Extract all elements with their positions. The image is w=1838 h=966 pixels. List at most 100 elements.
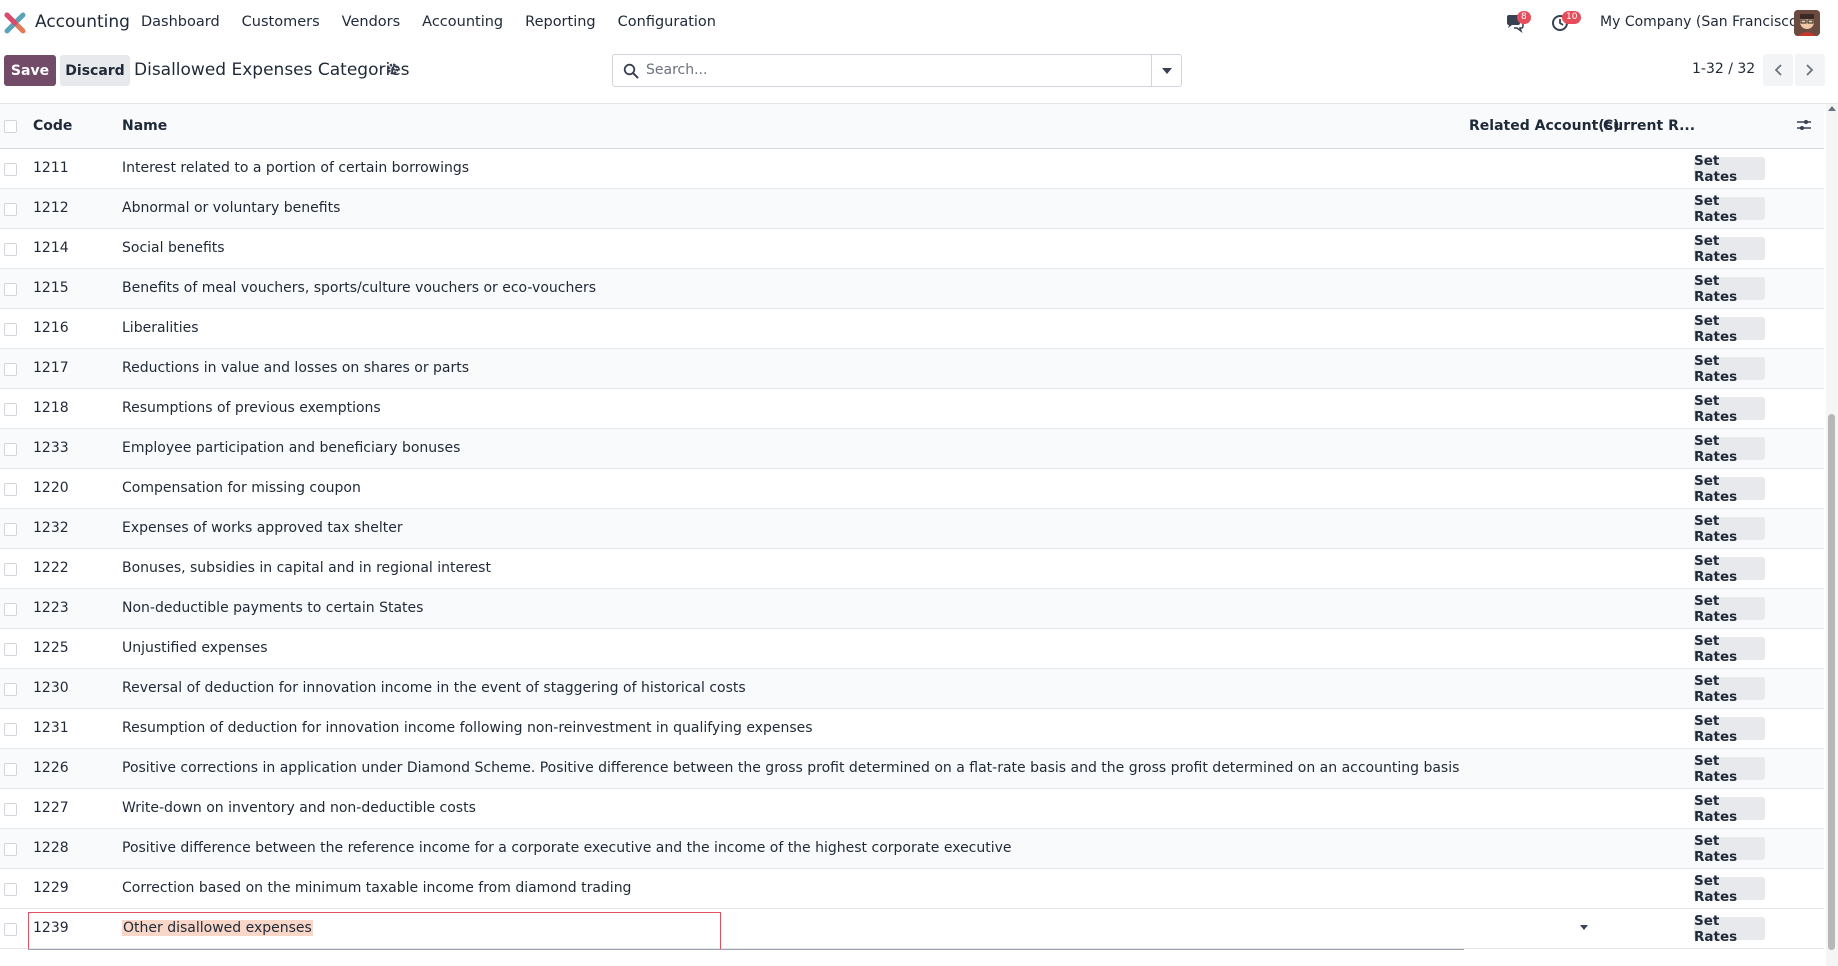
row-code[interactable]: 1211 xyxy=(33,160,69,176)
row-checkbox[interactable] xyxy=(4,443,17,456)
row-code[interactable]: 1229 xyxy=(33,880,69,896)
row-code[interactable]: 1228 xyxy=(33,840,69,856)
row-code[interactable]: 1214 xyxy=(33,240,69,256)
row-name[interactable]: Liberalities xyxy=(122,320,199,336)
table-row[interactable]: 1214 Social benefits Set Rates xyxy=(0,229,1824,269)
search-options-toggle[interactable] xyxy=(1151,55,1181,86)
row-name[interactable]: Positive corrections in application unde… xyxy=(122,760,1459,776)
row-checkbox[interactable] xyxy=(4,763,17,776)
table-row-editing[interactable]: 1239 Other disallowed expenses Set Rates xyxy=(0,909,1824,950)
row-code[interactable]: 1216 xyxy=(33,320,69,336)
set-rates-button[interactable]: Set Rates xyxy=(1694,233,1765,265)
row-code[interactable]: 1212 xyxy=(33,200,69,216)
set-rates-button[interactable]: Set Rates xyxy=(1694,193,1765,225)
row-checkbox[interactable] xyxy=(4,363,17,376)
set-rates-button[interactable]: Set Rates xyxy=(1694,673,1765,705)
set-rates-button[interactable]: Set Rates xyxy=(1694,753,1765,785)
set-rates-button[interactable]: Set Rates xyxy=(1694,793,1765,825)
row-name[interactable]: Reductions in value and losses on shares… xyxy=(122,360,469,376)
row-code[interactable]: 1215 xyxy=(33,280,69,296)
row-name[interactable]: Abnormal or voluntary benefits xyxy=(122,200,340,216)
company-switcher[interactable]: My Company (San Francisco) xyxy=(1600,14,1803,30)
table-row[interactable]: 1212 Abnormal or voluntary benefits Set Ra… xyxy=(0,189,1824,229)
select-all-checkbox[interactable] xyxy=(4,120,17,133)
table-row[interactable]: 1220 Compensation for missing coupon Set R… xyxy=(0,469,1824,509)
row-checkbox[interactable] xyxy=(4,923,17,936)
set-rates-button[interactable]: Set Rates xyxy=(1694,593,1765,625)
table-row[interactable]: 1229 Correction based on the minimum taxa… xyxy=(0,869,1824,909)
row-checkbox[interactable] xyxy=(4,723,17,736)
row-name[interactable]: Reversal of deduction for innovation inc… xyxy=(122,680,746,696)
row-name[interactable]: Compensation for missing coupon xyxy=(122,480,361,496)
table-row[interactable]: 1230 Reversal of deduction for innovation… xyxy=(0,669,1824,709)
row-name[interactable]: Interest related to a portion of certain… xyxy=(122,160,469,176)
row-code[interactable]: 1232 xyxy=(33,520,69,536)
row-checkbox[interactable] xyxy=(4,843,17,856)
row-checkbox[interactable] xyxy=(4,243,17,256)
menu-item-accounting[interactable]: Accounting xyxy=(422,14,503,30)
menu-item-customers[interactable]: Customers xyxy=(242,14,320,30)
set-rates-button[interactable]: Set Rates xyxy=(1694,713,1765,745)
row-checkbox[interactable] xyxy=(4,323,17,336)
table-row[interactable]: 1225 Unjustified expenses Set Rates xyxy=(0,629,1824,669)
pager-previous-button[interactable] xyxy=(1763,54,1793,86)
pager-next-button[interactable] xyxy=(1795,54,1825,86)
optional-columns-icon[interactable] xyxy=(1796,117,1812,133)
row-checkbox[interactable] xyxy=(4,683,17,696)
column-header-current-rate[interactable]: Current R... xyxy=(1603,118,1695,134)
row-name-input[interactable]: Other disallowed expenses xyxy=(122,920,313,936)
row-code[interactable]: 1222 xyxy=(33,560,69,576)
row-code[interactable]: 1233 xyxy=(33,440,69,456)
set-rates-button[interactable]: Set Rates xyxy=(1694,393,1765,425)
related-accounts-dropdown-icon[interactable] xyxy=(1580,925,1588,930)
row-name[interactable]: Correction based on the minimum taxable … xyxy=(122,880,631,896)
scrollbar-thumb[interactable] xyxy=(1828,414,1835,950)
app-logo-icon[interactable] xyxy=(4,12,26,34)
row-code[interactable]: 1220 xyxy=(33,480,69,496)
row-name[interactable]: Non-deductible payments to certain State… xyxy=(122,600,423,616)
row-name[interactable]: Benefits of meal vouchers, sports/cultur… xyxy=(122,280,596,296)
set-rates-button[interactable]: Set Rates xyxy=(1694,873,1765,905)
row-name[interactable]: Social benefits xyxy=(122,240,225,256)
row-checkbox[interactable] xyxy=(4,403,17,416)
row-checkbox[interactable] xyxy=(4,483,17,496)
row-name[interactable]: Resumption of deduction for innovation i… xyxy=(122,720,813,736)
set-rates-button[interactable]: Set Rates xyxy=(1694,473,1765,505)
table-row[interactable]: 1226 Positive corrections in application … xyxy=(0,749,1824,789)
set-rates-button[interactable]: Set Rates xyxy=(1694,633,1765,665)
menu-item-dashboard[interactable]: Dashboard xyxy=(141,14,220,30)
table-row[interactable]: 1222 Bonuses, subsidies in capital and in… xyxy=(0,549,1824,589)
table-row[interactable]: 1228 Positive difference between the refe… xyxy=(0,829,1824,869)
row-code[interactable]: 1218 xyxy=(33,400,69,416)
set-rates-button[interactable]: Set Rates xyxy=(1694,153,1765,185)
table-row[interactable]: 1215 Benefits of meal vouchers, sports/cu… xyxy=(0,269,1824,309)
row-code[interactable]: 1230 xyxy=(33,680,69,696)
row-checkbox[interactable] xyxy=(4,803,17,816)
search-input[interactable]: Search... xyxy=(646,62,707,78)
set-rates-button[interactable]: Set Rates xyxy=(1694,553,1765,585)
table-row[interactable]: 1231 Resumption of deduction for innovati… xyxy=(0,709,1824,749)
table-row[interactable]: 1227 Write-down on inventory and non-dedu… xyxy=(0,789,1824,829)
row-code[interactable]: 1239 xyxy=(33,920,69,936)
save-button[interactable]: Save xyxy=(4,55,56,86)
pager-value[interactable]: 1-32 / 32 xyxy=(1692,61,1755,77)
column-header-name[interactable]: Name xyxy=(122,118,167,134)
row-name[interactable]: Resumptions of previous exemptions xyxy=(122,400,381,416)
set-rates-button[interactable]: Set Rates xyxy=(1694,353,1765,385)
discard-button[interactable]: Discard xyxy=(60,55,130,86)
row-code[interactable]: 1226 xyxy=(33,760,69,776)
row-code[interactable]: 1227 xyxy=(33,800,69,816)
set-rates-button[interactable]: Set Rates xyxy=(1694,913,1765,945)
row-code[interactable]: 1223 xyxy=(33,600,69,616)
column-header-code[interactable]: Code xyxy=(33,118,72,134)
row-checkbox[interactable] xyxy=(4,603,17,616)
row-name[interactable]: Expenses of works approved tax shelter xyxy=(122,520,403,536)
row-checkbox[interactable] xyxy=(4,563,17,576)
user-avatar[interactable] xyxy=(1794,10,1820,36)
app-name[interactable]: Accounting xyxy=(35,12,130,32)
column-header-related-accounts[interactable]: Related Account(s) xyxy=(1469,118,1619,134)
set-rates-button[interactable]: Set Rates xyxy=(1694,433,1765,465)
row-checkbox[interactable] xyxy=(4,203,17,216)
row-code[interactable]: 1231 xyxy=(33,720,69,736)
row-code[interactable]: 1225 xyxy=(33,640,69,656)
